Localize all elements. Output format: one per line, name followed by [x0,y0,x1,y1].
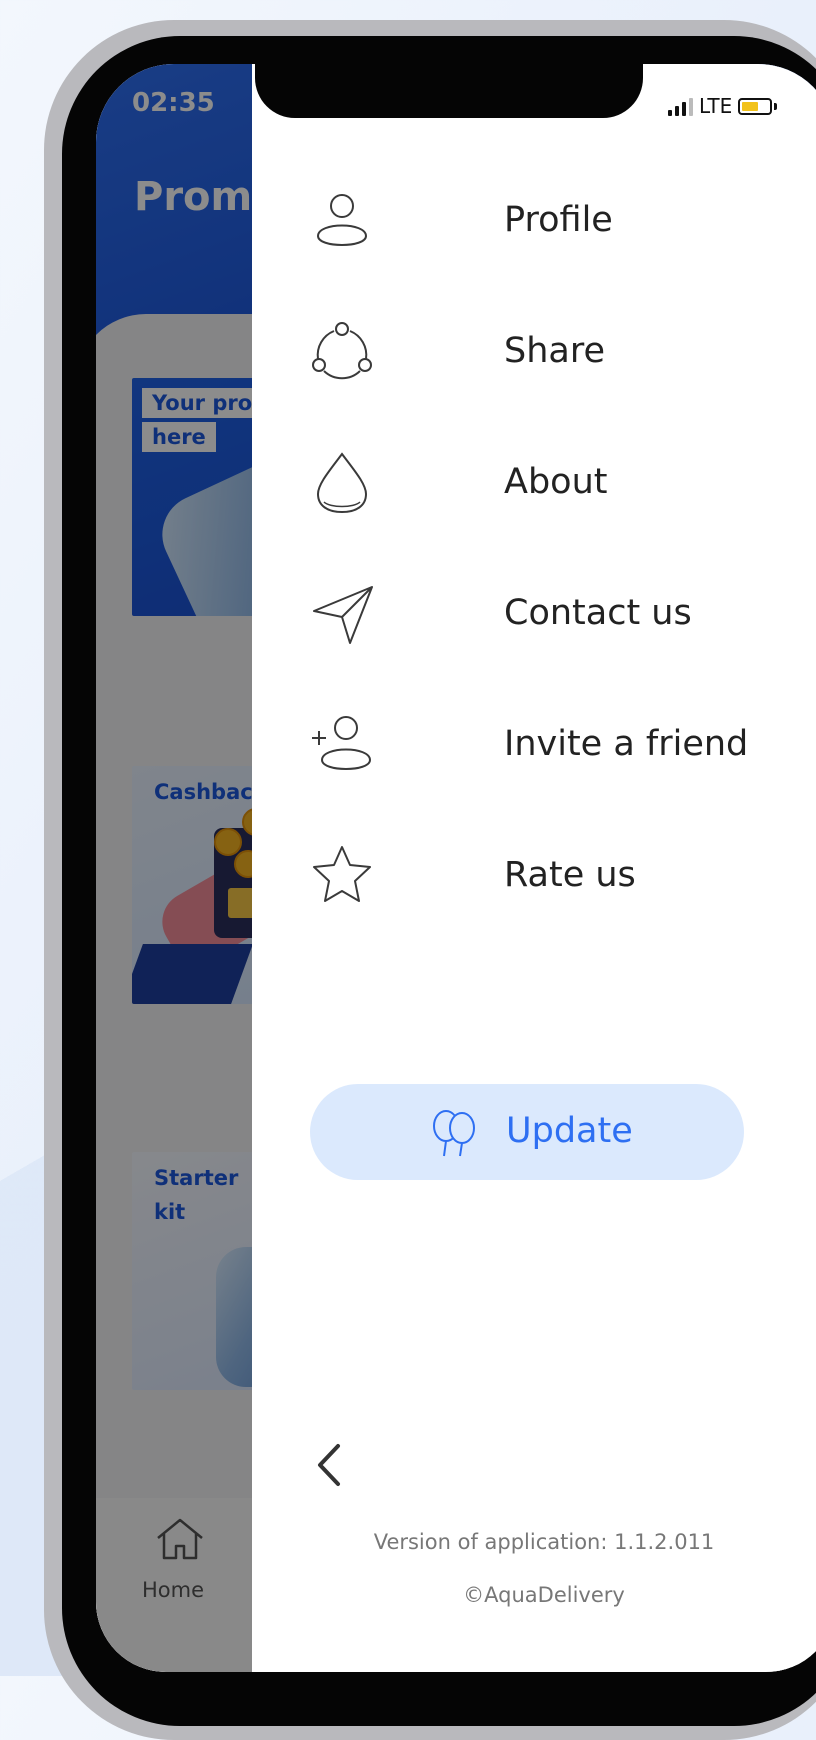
menu-item-label: Contact us [504,593,692,633]
menu-item-label: Invite a friend [504,724,749,764]
share-icon [310,319,374,383]
menu-item-invite-friend[interactable]: Invite a friend [252,696,812,796]
battery-icon [738,97,773,115]
menu-item-label: About [504,462,608,502]
update-button-label: Update [506,1111,633,1151]
star-icon [310,843,374,907]
menu-item-about[interactable]: About [252,434,812,534]
phone-notch [255,64,643,118]
phone-screen: 02:35 Promotions Your promotion here Cas… [96,64,816,1672]
copyright-text: ©AquaDelivery [463,1583,625,1607]
menu-item-profile[interactable]: Profile [252,172,812,272]
chevron-left-icon [318,1444,340,1486]
balloons-icon [430,1108,478,1158]
menu-item-label: Rate us [504,855,636,895]
signal-icon [668,96,693,116]
add-user-icon [310,712,374,776]
menu-item-label: Profile [504,200,613,240]
menu-item-contact-us[interactable]: Contact us [252,565,812,665]
app-version-text: Version of application: 1.1.2.011 [373,1530,715,1554]
back-button[interactable] [310,1438,350,1492]
user-icon [310,188,374,252]
send-icon [310,581,374,645]
drop-icon [310,450,374,514]
update-button[interactable]: Update [310,1084,744,1180]
menu-item-share[interactable]: Share [252,303,812,403]
status-bar-right: LTE [668,94,778,118]
network-type: LTE [699,94,733,118]
menu-item-label: Share [504,331,606,371]
menu-item-rate-us[interactable]: Rate us [252,827,812,927]
